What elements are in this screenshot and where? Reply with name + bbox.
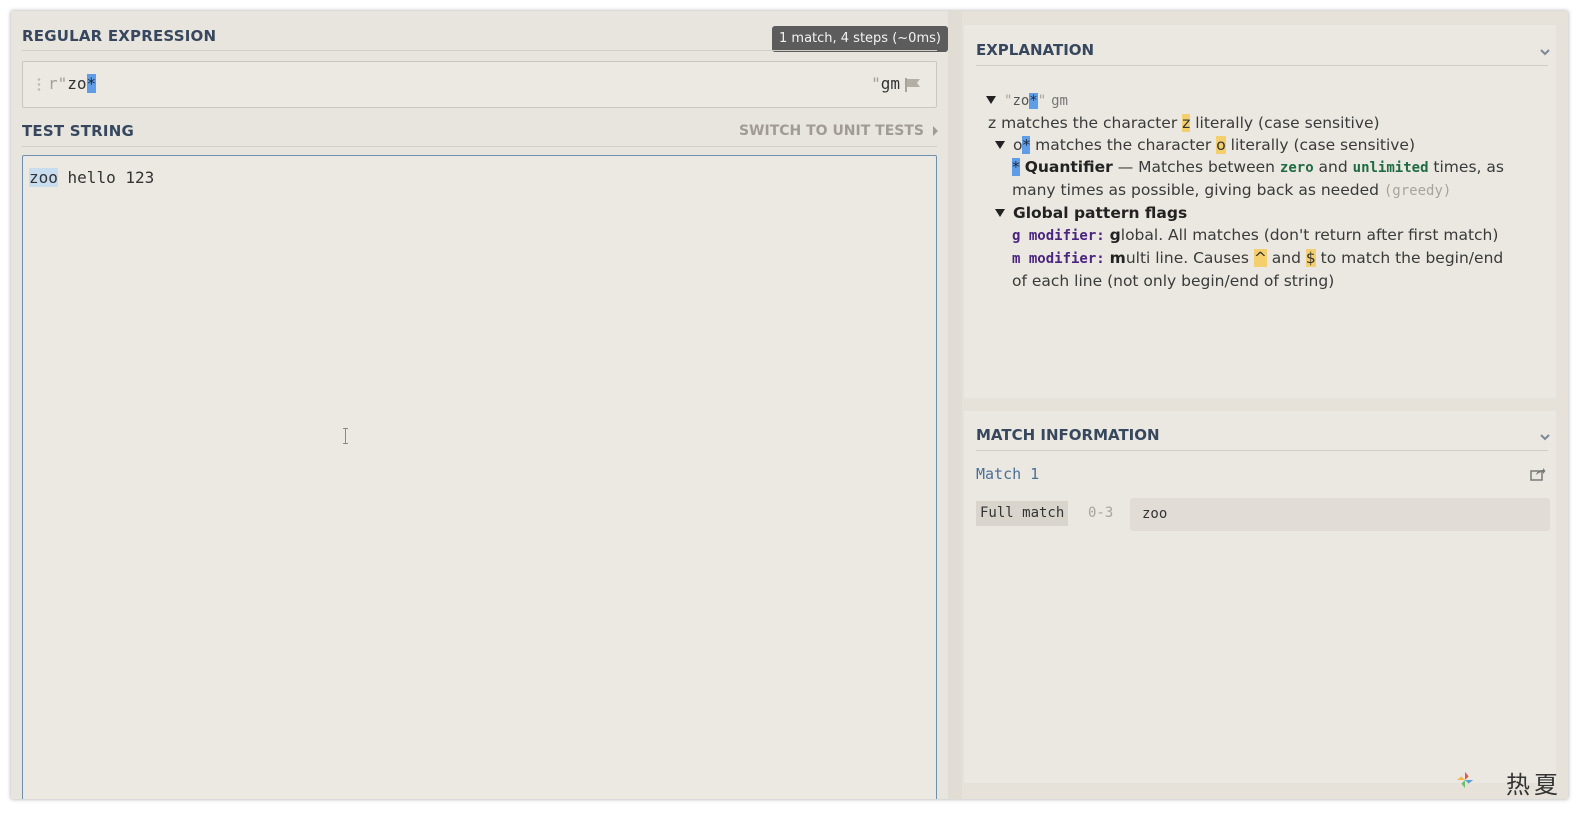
drag-handle-icon[interactable]	[37, 77, 41, 93]
regex-line: r"zo*	[48, 74, 97, 93]
regex-suffix-quote: "	[871, 74, 881, 93]
match-1-link[interactable]: Match 1	[976, 465, 1039, 483]
token-star: *	[1012, 158, 1020, 176]
char-highlight: ^	[1253, 249, 1267, 267]
text: literally (case sensitive)	[1190, 114, 1380, 132]
regex-quantifier[interactable]: *	[86, 74, 97, 93]
text: many times as possible, giving back as n…	[1012, 181, 1384, 199]
token-z: z	[988, 114, 997, 132]
explain-g-modifier: g modifier: global. All matches (don't r…	[986, 224, 1546, 247]
full-match-label: Full match	[976, 501, 1069, 526]
share-icon[interactable]	[1530, 467, 1546, 481]
chevron-down-icon[interactable]	[1540, 47, 1550, 57]
keyword-zero: zero	[1279, 160, 1314, 176]
explain-quantifier-line2: many times as possible, giving back as n…	[986, 179, 1546, 202]
text: and	[1313, 158, 1353, 176]
flag-icon[interactable]	[904, 77, 922, 93]
explain-quantifier: * Quantifier — Matches between zero and …	[986, 156, 1546, 179]
divider-line	[976, 65, 1548, 66]
text: m	[1109, 249, 1126, 267]
text: to match the begin/end	[1315, 249, 1504, 267]
regex-prefix: r"	[48, 74, 68, 93]
explain-m-modifier: m modifier: multi line. Causes ^ and $ t…	[986, 247, 1546, 270]
match-count-badge: 1 match, 4 steps (~0ms)	[772, 26, 948, 52]
text: of each line (not only begin/end of stri…	[1012, 272, 1335, 290]
text: matches the character	[1030, 136, 1217, 154]
text: and	[1266, 249, 1306, 267]
column-divider[interactable]	[948, 11, 962, 799]
quantifier-label: Quantifier	[1024, 158, 1113, 176]
regex-flags[interactable]: gm	[881, 74, 900, 93]
pinwheel-logo-icon	[1456, 771, 1474, 789]
test-string-input[interactable]: zoo hello 123	[22, 155, 937, 799]
collapse-triangle-icon[interactable]	[995, 209, 1005, 217]
left-column: REGULAR EXPRESSION 1 match, 4 steps (~0m…	[11, 11, 948, 799]
text: ulti line. Causes	[1125, 249, 1254, 267]
regex-input[interactable]: r"zo* "gm	[22, 61, 937, 108]
text-cursor-icon	[343, 428, 348, 444]
keyword-greedy: (greedy)	[1383, 183, 1452, 199]
text: times, as	[1428, 158, 1504, 176]
collapse-triangle-icon[interactable]	[995, 141, 1005, 149]
text: g	[1109, 226, 1121, 244]
text: matches the character	[996, 114, 1183, 132]
g-modifier: g modifier:	[1012, 228, 1105, 244]
app-window: REGULAR EXPRESSION 1 match, 4 steps (~0m…	[11, 11, 1568, 799]
explain-m-modifier-line2: of each line (not only begin/end of stri…	[986, 270, 1546, 292]
divider-line	[22, 146, 937, 147]
text: literally (case sensitive)	[1225, 136, 1416, 154]
caret-right-icon[interactable]	[933, 126, 938, 136]
root-quantifier: *	[1029, 93, 1038, 109]
test-string-text[interactable]: zoo hello 123	[29, 168, 154, 187]
flags-label: Global pattern flags	[1013, 204, 1188, 222]
explain-flags[interactable]: Global pattern flags	[986, 202, 1546, 224]
regex-flags-group[interactable]: "gm	[871, 74, 900, 93]
divider-line	[976, 450, 1548, 451]
right-column: EXPLANATION "zo*" gm z matches the chara…	[962, 11, 1568, 799]
match-info-title: MATCH INFORMATION	[976, 426, 1160, 444]
explain-z: z matches the character z literally (cas…	[986, 112, 1546, 134]
root-quote-close: "	[1037, 93, 1047, 109]
m-modifier: m modifier:	[1012, 251, 1105, 267]
collapse-triangle-icon[interactable]	[986, 96, 996, 104]
match-highlight: zoo	[29, 168, 58, 187]
match-value[interactable]: zoo	[1130, 498, 1550, 531]
text: — Matches between	[1112, 158, 1280, 176]
explain-o[interactable]: o* matches the character o literally (ca…	[986, 134, 1546, 156]
root-flags: gm	[1051, 93, 1068, 109]
keyword-unlimited: unlimited	[1352, 160, 1429, 176]
match-info-panel: MATCH INFORMATION Match 1 Full match 0-3…	[964, 411, 1556, 783]
match-range: 0-3	[1088, 505, 1114, 521]
explanation-title: EXPLANATION	[976, 41, 1095, 59]
tree-root[interactable]: "zo*" gm	[986, 89, 1546, 112]
test-string-header: TEST STRING	[22, 122, 134, 140]
regex-header: REGULAR EXPRESSION	[22, 27, 217, 45]
explanation-panel: EXPLANATION "zo*" gm z matches the chara…	[964, 25, 1556, 398]
chevron-down-icon[interactable]	[1540, 432, 1550, 442]
watermark-text: 热夏	[1506, 771, 1562, 799]
divider-line	[22, 50, 937, 51]
test-string-rest: hello 123	[57, 168, 155, 187]
char-highlight: $	[1305, 249, 1316, 267]
explanation-tree: "zo*" gm z matches the character z liter…	[986, 89, 1546, 292]
regex-pattern[interactable]: zo	[67, 74, 86, 93]
switch-unit-tests-link[interactable]: SWITCH TO UNIT TESTS	[739, 123, 924, 139]
root-pattern: zo	[1012, 93, 1030, 109]
char-highlight: o	[1216, 136, 1226, 154]
text: lobal. All matches (don't return after f…	[1120, 226, 1499, 244]
